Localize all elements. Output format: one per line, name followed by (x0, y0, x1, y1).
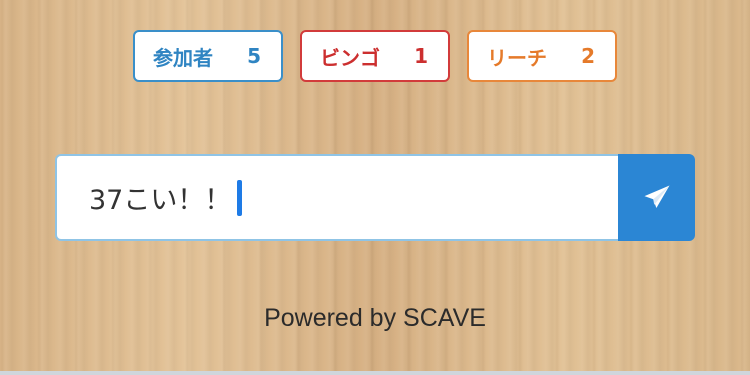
participants-label: 参加者 (153, 45, 213, 70)
bingo-label: ビンゴ (320, 45, 380, 70)
bingo-badge: ビンゴ 1 (300, 30, 450, 82)
message-input-value: 37こい！！ (89, 185, 232, 216)
stats-bar: 参加者 5 ビンゴ 1 リーチ 2 (0, 30, 750, 82)
participants-badge: 参加者 5 (133, 30, 283, 82)
text-caret (237, 179, 243, 216)
reach-badge: リーチ 2 (467, 30, 617, 82)
paper-plane-icon (644, 185, 669, 208)
bottom-divider (0, 371, 750, 375)
chat-form: 37こい！！ (55, 154, 695, 241)
reach-label: リーチ (487, 45, 547, 70)
send-button[interactable] (618, 154, 695, 241)
powered-by-text: Powered by SCAVE (264, 304, 486, 332)
participants-count: 5 (247, 44, 261, 68)
message-input[interactable]: 37こい！！ (55, 154, 618, 241)
bingo-count: 1 (414, 44, 428, 68)
reach-count: 2 (581, 44, 595, 68)
